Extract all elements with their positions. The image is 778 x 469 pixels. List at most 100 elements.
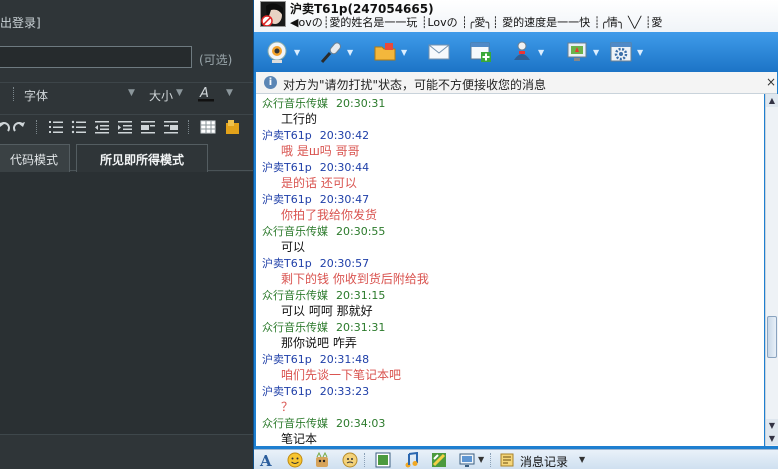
- message-text: 咱们先谈一下笔记本吧: [281, 368, 402, 382]
- message-timestamp: 20:31:48: [319, 353, 370, 366]
- chevron-down-icon[interactable]: ▼: [593, 48, 599, 57]
- shake-window-icon[interactable]: [459, 452, 475, 468]
- scrollbar-thumb[interactable]: [767, 316, 777, 358]
- add-window-icon: [470, 42, 491, 62]
- screenshot-icon[interactable]: [375, 452, 391, 468]
- font-style-icon[interactable]: A: [259, 452, 275, 468]
- align-left-icon[interactable]: [140, 119, 156, 135]
- message-sender[interactable]: 沪卖T61p: [262, 129, 312, 142]
- message-list[interactable]: 众行音乐传媒 20:30:31 工行的 沪卖T61p 20:30:42 哦 是ш吗 哥哥沪…: [256, 94, 764, 446]
- add-app-button[interactable]: [465, 36, 509, 68]
- message-item: 众行音乐传媒 20:34:03 笔记本: [256, 414, 764, 446]
- microphone-icon: [320, 42, 341, 63]
- voice-call-button[interactable]: ▼: [315, 36, 359, 68]
- chevron-down-icon[interactable]: ▼: [294, 48, 300, 57]
- message-header: 众行音乐传媒 20:30:55: [262, 223, 385, 239]
- editor-content-area[interactable]: [0, 172, 253, 434]
- message-sender[interactable]: 沪卖T61p: [262, 385, 312, 398]
- toolbar-separator: [490, 453, 491, 467]
- logout-link[interactable]: 出登录]: [0, 14, 41, 31]
- chevron-down-icon[interactable]: ▼: [176, 88, 183, 98]
- toolbar-separator: [36, 120, 37, 134]
- message-text: 可以: [281, 240, 306, 254]
- message-sender[interactable]: 众行音乐传媒: [262, 97, 328, 110]
- redo-icon[interactable]: [11, 119, 27, 135]
- chevron-down-icon[interactable]: ▼: [128, 88, 135, 98]
- chevron-down-icon[interactable]: ▼: [478, 455, 484, 464]
- chevron-down-icon[interactable]: ▼: [347, 48, 353, 57]
- chevron-down-icon[interactable]: ▼: [579, 455, 585, 464]
- send-email-button[interactable]: [423, 36, 467, 68]
- message-item: 众行音乐传媒 20:31:15 可以 呵呵 那就好: [256, 286, 764, 318]
- message-item: 沪卖T61p 20:33:23 ？: [256, 382, 764, 414]
- contact-signature: ◀ovの┊愛的姓名是一一玩 ┊Lovの ┊╭愛╮┊ 愛的速度是一一快 ┊╭情╮ …: [290, 16, 663, 29]
- optional-label: (可选): [199, 53, 233, 67]
- font-color-icon[interactable]: A: [197, 84, 215, 102]
- video-call-button[interactable]: ▼: [262, 36, 306, 68]
- message-sender[interactable]: 沪卖T61p: [262, 257, 312, 270]
- send-file-button[interactable]: ▼: [369, 36, 413, 68]
- message-header: 沪卖T61p 20:30:44: [262, 159, 369, 175]
- message-timestamp: 20:30:55: [336, 225, 386, 238]
- message-timestamp: 20:30:31: [336, 97, 386, 110]
- message-sender[interactable]: 众行音乐传媒: [262, 321, 328, 334]
- toolbar-separator: [364, 453, 365, 467]
- message-timestamp: 20:30:57: [319, 257, 370, 270]
- message-header: 众行音乐传媒 20:31:15: [262, 287, 385, 303]
- message-text: 你拍了我给你发货: [281, 208, 378, 222]
- indent-icon[interactable]: [117, 119, 133, 135]
- chevron-down-icon[interactable]: ▼: [538, 48, 544, 57]
- message-scrollbar[interactable]: ▲ ▼ ▼: [765, 94, 778, 446]
- tab-wysiwyg-mode[interactable]: 所见即所得模式: [76, 144, 208, 172]
- scrawl-icon[interactable]: [431, 452, 447, 468]
- magic-emoji-icon[interactable]: [314, 452, 330, 468]
- group-chat-button[interactable]: ▼: [506, 36, 550, 68]
- settings-button[interactable]: ▼: [605, 36, 649, 68]
- message-timestamp: 20:30:44: [319, 161, 370, 174]
- font-select[interactable]: 字体: [24, 87, 48, 104]
- remote-assist-button[interactable]: ▼: [561, 36, 605, 68]
- table-icon[interactable]: [200, 119, 216, 135]
- close-icon[interactable]: ×: [766, 75, 776, 89]
- avatar-image: [261, 2, 285, 26]
- chat-titlebar: 沪卖T61p(247054665) ◀ovの┊愛的姓名是一一玩 ┊Lovの ┊╭…: [254, 0, 778, 32]
- numbered-list-icon[interactable]: [48, 119, 64, 135]
- dnd-notice-bar: i 对方为"请勿打扰"状态，可能不方便接收您的消息 ×: [256, 72, 777, 94]
- chevron-down-icon[interactable]: ▼: [226, 88, 233, 98]
- message-history-icon[interactable]: [500, 452, 516, 468]
- outdent-icon[interactable]: [94, 119, 110, 135]
- message-sender[interactable]: 众行音乐传媒: [262, 289, 328, 302]
- emoji-icon[interactable]: [287, 452, 303, 468]
- scroll-up-icon[interactable]: ▲: [766, 94, 778, 107]
- bullet-list-icon[interactable]: [71, 119, 87, 135]
- message-text: 笔记本: [281, 432, 318, 446]
- scroll-down-icon[interactable]: ▼: [766, 419, 778, 432]
- tab-code-mode[interactable]: 代码模式: [0, 144, 70, 172]
- toolbar-separator: [188, 120, 189, 134]
- chevron-down-icon[interactable]: ▼: [401, 48, 407, 57]
- avatar[interactable]: [260, 1, 286, 27]
- chevron-down-icon[interactable]: ▼: [637, 48, 643, 57]
- scroll-down-icon[interactable]: ▼: [766, 432, 778, 445]
- align-right-icon[interactable]: [163, 119, 179, 135]
- send-image-icon[interactable]: [342, 452, 358, 468]
- message-header: 沪卖T61p 20:31:48: [262, 351, 369, 367]
- message-sender[interactable]: 众行音乐传媒: [262, 225, 328, 238]
- size-select[interactable]: 大小: [149, 87, 173, 104]
- image-icon[interactable]: [224, 119, 240, 135]
- envelope-icon: [428, 44, 450, 60]
- message-sender[interactable]: 沪卖T61p: [262, 161, 312, 174]
- message-header: 众行音乐传媒 20:31:31: [262, 319, 385, 335]
- message-history-button[interactable]: 消息记录: [520, 453, 568, 469]
- message-sender[interactable]: 沪卖T61p: [262, 353, 312, 366]
- webcam-icon: [267, 41, 287, 63]
- input-toolbar: A ▼ 消息记录 ▼: [254, 449, 778, 469]
- music-icon[interactable]: [403, 452, 419, 468]
- message-sender[interactable]: 沪卖T61p: [262, 193, 312, 206]
- message-text: 可以 呵呵 那就好: [281, 304, 373, 318]
- message-text: 那你说吧 咋弄: [281, 336, 357, 350]
- message-timestamp: 20:31:31: [336, 321, 386, 334]
- subject-input[interactable]: [0, 46, 192, 68]
- message-sender[interactable]: 众行音乐传媒: [262, 417, 328, 430]
- message-text: 是的话 还可以: [281, 176, 357, 190]
